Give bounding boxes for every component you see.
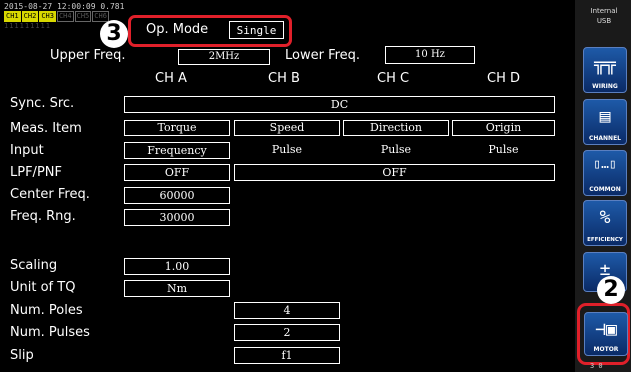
num-poles-label: Num. Poles	[10, 303, 83, 318]
unit-tq-label: Unit of TQ	[10, 280, 76, 295]
channel-chip-4[interactable]: CH4	[56, 11, 74, 22]
slip-field[interactable]: f1	[234, 347, 340, 364]
freq-rng-field[interactable]: 30000	[124, 209, 230, 226]
input-ch-c: Pulse	[380, 143, 412, 156]
channel-chip-2[interactable]: CH2	[21, 11, 39, 22]
center-freq-field[interactable]: 60000	[124, 187, 230, 204]
upper-freq-label: Upper Freq.	[50, 48, 126, 63]
upper-freq-field[interactable]: 2MHz	[178, 49, 270, 65]
channel-button-label: CHANNEL	[588, 135, 622, 142]
wiring-icon: ╦╦	[594, 54, 616, 75]
unit-tq-field[interactable]: Nm	[124, 280, 230, 297]
scaling-field[interactable]: 1.00	[124, 258, 230, 275]
sync-src-field[interactable]: DC	[124, 96, 555, 113]
callout-badge-3: 3	[100, 20, 128, 48]
storage-indicator: Internal USB	[581, 6, 627, 26]
meas-item-ch-c[interactable]: Direction	[343, 120, 449, 136]
lpf-pnf-ch-bcd[interactable]: OFF	[234, 164, 555, 181]
wiring-button-label: WIRING	[592, 83, 618, 90]
settings-panel: 2015-08-27 12:00:09 0.781 CH1 CH2 CH3 CH…	[0, 0, 575, 372]
sync-src-label: Sync. Src.	[10, 96, 75, 111]
channel-chip-5[interactable]: CH5	[74, 11, 92, 22]
channel-chips: CH1 CH2 CH3 CH4 CH5 CH6	[4, 11, 109, 22]
lower-freq-field[interactable]: 10 Hz	[385, 46, 475, 64]
center-freq-label: Center Freq.	[10, 187, 90, 202]
storage-usb: USB	[596, 17, 612, 25]
header-ch-a: CH A	[155, 71, 187, 86]
num-pulses-label: Num. Pulses	[10, 325, 90, 340]
input-ch-b: Pulse	[271, 143, 303, 156]
motor-button-label: MOTOR	[593, 346, 619, 353]
motor-button[interactable]: ⊣▣ MOTOR	[584, 312, 628, 356]
common-button[interactable]: ▯…▯ COMMON	[583, 150, 627, 196]
num-poles-field[interactable]: 4	[234, 302, 340, 319]
op-mode-select[interactable]: Single	[229, 21, 284, 39]
meas-item-label: Meas. Item	[10, 121, 82, 136]
num-pulses-field[interactable]: 2	[234, 324, 340, 341]
input-ch-d: Pulse	[488, 143, 519, 156]
header-ch-b: CH B	[268, 71, 300, 86]
input-label: Input	[10, 143, 44, 158]
op-mode-label: Op. Mode	[146, 22, 209, 37]
slip-label: Slip	[10, 348, 34, 363]
lpf-pnf-ch-a[interactable]: OFF	[124, 164, 230, 181]
channel-button[interactable]: ▤ CHANNEL	[583, 99, 627, 145]
channel-chip-3[interactable]: CH3	[39, 11, 56, 22]
meas-item-ch-a[interactable]: Torque	[124, 120, 230, 136]
motor-icon: ⊣▣	[595, 319, 617, 340]
lpf-pnf-label: LPF/PNF	[10, 165, 62, 180]
chip-codes: 111111111	[4, 22, 51, 30]
freq-rng-label: Freq. Rng.	[10, 209, 76, 224]
meas-item-ch-d[interactable]: Origin	[452, 120, 555, 136]
input-ch-a[interactable]: Frequency	[124, 142, 230, 159]
scaling-label: Scaling	[10, 258, 58, 273]
wiring-button[interactable]: ╦╦ WIRING	[583, 47, 627, 93]
callout-badge-2: 2	[597, 276, 625, 304]
timestamp: 2015-08-27 12:00:09 0.781	[4, 2, 125, 11]
lower-freq-label: Lower Freq.	[285, 48, 361, 63]
sidebar-footer: 3 0	[590, 362, 603, 370]
efficiency-button[interactable]: % EFFICIENCY	[583, 200, 627, 246]
channel-chip-1[interactable]: CH1	[4, 11, 21, 22]
storage-internal: Internal	[590, 7, 618, 15]
common-icon: ▯…▯	[593, 157, 617, 172]
efficiency-icon: %	[599, 207, 611, 228]
common-button-label: COMMON	[589, 186, 621, 193]
channel-icon: ▤	[599, 106, 611, 127]
header-ch-d: CH D	[487, 71, 520, 86]
meas-item-ch-b[interactable]: Speed	[234, 120, 340, 136]
header-ch-c: CH C	[377, 71, 410, 86]
efficiency-button-label: EFFICIENCY	[587, 237, 623, 243]
